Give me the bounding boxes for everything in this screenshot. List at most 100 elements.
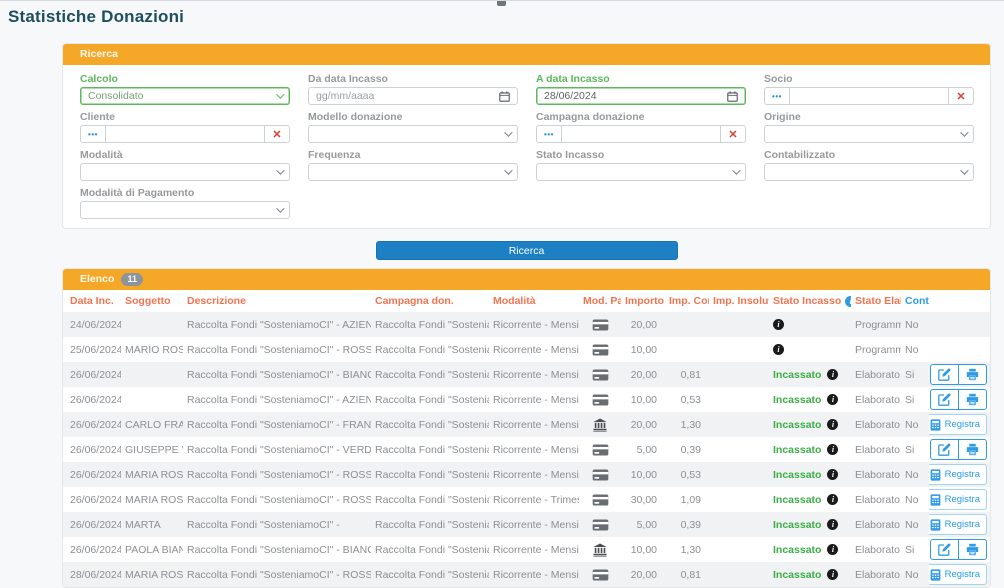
- cell-data-inc: 26/06/2024: [63, 469, 121, 481]
- cell-campagna: Raccolta Fondi "SosteniamoCI": [371, 369, 489, 381]
- cell-cont: No: [901, 494, 929, 506]
- cell-stato-incasso: Incassato i: [769, 519, 851, 531]
- info-icon[interactable]: i: [827, 569, 838, 580]
- registra-button[interactable]: Registra: [929, 414, 987, 435]
- cell-campagna: Raccolta Fondi "SosteniamoCI": [371, 419, 489, 431]
- cliente-clear-x-button[interactable]: ✕: [265, 125, 290, 143]
- search-panel: Ricerca Calcolo Consolidato Da data Inca…: [62, 43, 991, 229]
- cell-imp-comm: 0,53: [665, 469, 709, 481]
- col-header-imp-comm: Imp. Comm.: [665, 295, 709, 307]
- cell-actions: Registra: [929, 414, 992, 435]
- cell-descrizione: Raccolta Fondi "SosteniamoCI" - AZIENDA …: [183, 319, 371, 331]
- calculator-icon: [930, 419, 941, 431]
- cliente-label: Cliente: [80, 111, 290, 123]
- info-icon[interactable]: i: [827, 544, 838, 555]
- edit-button[interactable]: [930, 539, 959, 560]
- cell-data-inc: 26/06/2024: [63, 419, 121, 431]
- socio-input[interactable]: [789, 87, 949, 105]
- socio-clear-x-button[interactable]: ✕: [949, 87, 974, 105]
- cell-cont: Si: [901, 369, 929, 381]
- incassato-status: Incassato: [773, 569, 821, 581]
- cell-data-inc: 26/06/2024: [63, 369, 121, 381]
- registra-button[interactable]: Registra: [929, 489, 987, 510]
- cell-importo: 20,00: [621, 419, 665, 431]
- cell-cont: No: [901, 519, 929, 531]
- col-header-soggetto: Soggetto: [121, 295, 183, 307]
- cell-mod-pag: [579, 569, 621, 581]
- cell-actions: Registra: [929, 564, 992, 585]
- info-icon[interactable]: i: [773, 319, 784, 330]
- print-button[interactable]: [958, 389, 987, 410]
- info-icon[interactable]: i: [827, 419, 838, 430]
- socio-lookup-dots-button[interactable]: •••: [764, 87, 789, 105]
- registra-button[interactable]: Registra: [929, 464, 987, 485]
- cell-stato-elab: Elaborato: [851, 419, 901, 431]
- info-icon[interactable]: i: [773, 344, 784, 355]
- campagna-donazione-input[interactable]: [561, 125, 721, 143]
- page-title: Statistiche Donazioni: [8, 7, 1004, 27]
- cell-cont: No: [901, 569, 929, 581]
- calendar-icon[interactable]: [499, 91, 510, 102]
- cell-stato-elab: Elaborato: [851, 519, 901, 531]
- credit-card-icon: [592, 394, 609, 406]
- a-data-incasso-input[interactable]: [544, 90, 727, 102]
- cell-campagna: Raccolta Fondi "SosteniamoCI": [371, 319, 489, 331]
- calcolo-select[interactable]: Consolidato: [80, 87, 290, 105]
- info-icon[interactable]: i: [827, 469, 838, 480]
- cell-importo: 30,00: [621, 494, 665, 506]
- cell-mod-pag: [579, 319, 621, 331]
- registra-button-label: Registra: [945, 494, 980, 505]
- info-icon[interactable]: i: [827, 519, 838, 530]
- col-header-mod-pag: Mod. Pag.: [579, 295, 621, 307]
- cell-soggetto: MARIA ROSSI: [121, 469, 183, 481]
- campagna-clear-x-button[interactable]: ✕: [721, 125, 746, 143]
- info-icon[interactable]: i: [827, 444, 838, 455]
- cell-imp-comm: 0,39: [665, 519, 709, 531]
- print-button[interactable]: [958, 439, 987, 460]
- cliente-input[interactable]: [105, 125, 265, 143]
- info-icon[interactable]: i: [827, 369, 838, 380]
- modello-donazione-select[interactable]: [308, 125, 518, 143]
- edit-button[interactable]: [930, 439, 959, 460]
- cell-stato-incasso: i: [769, 344, 851, 355]
- campagna-donazione-label: Campagna donazione: [536, 111, 746, 123]
- search-button[interactable]: Ricerca: [376, 241, 678, 260]
- frequenza-select[interactable]: [308, 163, 518, 181]
- search-panel-header: Ricerca: [63, 44, 990, 65]
- edit-button[interactable]: [930, 389, 959, 410]
- contabilizzato-select[interactable]: [764, 163, 974, 181]
- col-header-stato-incasso: Stato Incasso i: [769, 295, 851, 307]
- table-row: 26/06/2024 MARTA Raccolta Fondi "Sosteni…: [63, 512, 990, 537]
- edit-button[interactable]: [930, 364, 959, 385]
- cell-importo: 20,00: [621, 569, 665, 581]
- origine-select[interactable]: [764, 125, 974, 143]
- calculator-icon: [930, 569, 941, 581]
- chevron-down-icon: [732, 166, 740, 174]
- credit-card-icon: [592, 494, 609, 506]
- cell-stato-incasso: Incassato i: [769, 469, 851, 481]
- registra-button-label: Registra: [945, 419, 980, 430]
- cell-data-inc: 26/06/2024: [63, 494, 121, 506]
- modalita-pagamento-select[interactable]: [80, 201, 290, 219]
- cell-stato-elab: Elaborato: [851, 394, 901, 406]
- print-button[interactable]: [958, 364, 987, 385]
- cliente-lookup-dots-button[interactable]: •••: [80, 125, 105, 143]
- info-icon[interactable]: i: [827, 494, 838, 505]
- campagna-lookup-dots-button[interactable]: •••: [536, 125, 561, 143]
- cell-stato-incasso: Incassato i: [769, 444, 851, 456]
- cell-stato-elab: Programmato: [851, 344, 901, 356]
- field-modalita: Modalità: [80, 147, 290, 181]
- calendar-icon[interactable]: [727, 91, 738, 102]
- cell-modalita: Ricorrente - Mensile: [489, 344, 579, 356]
- stato-incasso-select[interactable]: [536, 163, 746, 181]
- cell-mod-pag: [579, 519, 621, 531]
- registra-button[interactable]: Registra: [929, 514, 987, 535]
- cell-mod-pag: [579, 469, 621, 481]
- da-data-incasso-input[interactable]: [316, 90, 499, 102]
- credit-card-icon: [592, 344, 609, 356]
- info-icon[interactable]: i: [827, 394, 838, 405]
- cell-mod-pag: [579, 494, 621, 506]
- modalita-select[interactable]: [80, 163, 290, 181]
- registra-button[interactable]: Registra: [929, 564, 987, 585]
- print-button[interactable]: [958, 539, 987, 560]
